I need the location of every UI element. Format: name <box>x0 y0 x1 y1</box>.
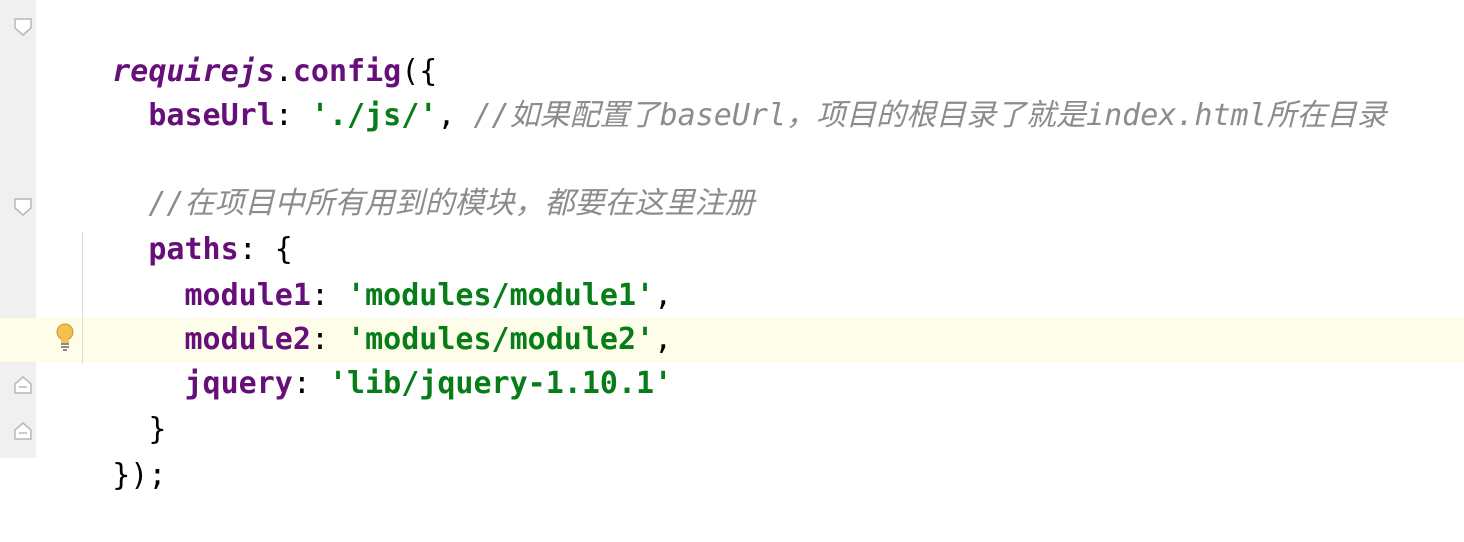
code-line[interactable]: requirejs.config({ <box>40 6 437 89</box>
punctuation: : <box>292 366 329 401</box>
property-key: jquery <box>184 366 293 401</box>
code-editor[interactable]: requirejs.config({ baseUrl: './js/', //如… <box>0 0 1464 493</box>
string-literal: './js/' <box>310 98 438 133</box>
code-line-current[interactable]: jquery: 'lib/jquery-1.10.1' <box>40 318 673 401</box>
code-line[interactable]: module1: 'modules/module1', <box>40 230 673 313</box>
code-line[interactable]: } <box>40 364 166 447</box>
code-line[interactable]: paths: { <box>40 184 293 267</box>
fold-close-icon[interactable] <box>12 374 34 396</box>
code-line[interactable]: baseUrl: './js/', //如果配置了baseUrl，项目的根目录了… <box>40 50 1386 133</box>
code-line[interactable]: }); <box>40 410 166 493</box>
code-line[interactable]: //在项目中所有用到的模块，都要在这里注册 <box>40 138 754 221</box>
fold-open-icon[interactable] <box>12 16 34 38</box>
property-key: baseUrl <box>148 98 275 133</box>
fold-close-icon[interactable] <box>12 420 34 442</box>
fold-open-icon[interactable] <box>12 196 34 218</box>
punctuation: }); <box>112 458 167 493</box>
code-line[interactable]: module2: 'modules/module2', <box>40 274 673 357</box>
punctuation: , <box>437 98 474 133</box>
comment: //如果配置了baseUrl，项目的根目录了就是index.html所在目录 <box>473 98 1387 133</box>
code-line[interactable] <box>40 94 112 138</box>
string-literal: 'lib/jquery-1.10.1' <box>329 366 673 401</box>
punctuation: : <box>274 98 311 133</box>
